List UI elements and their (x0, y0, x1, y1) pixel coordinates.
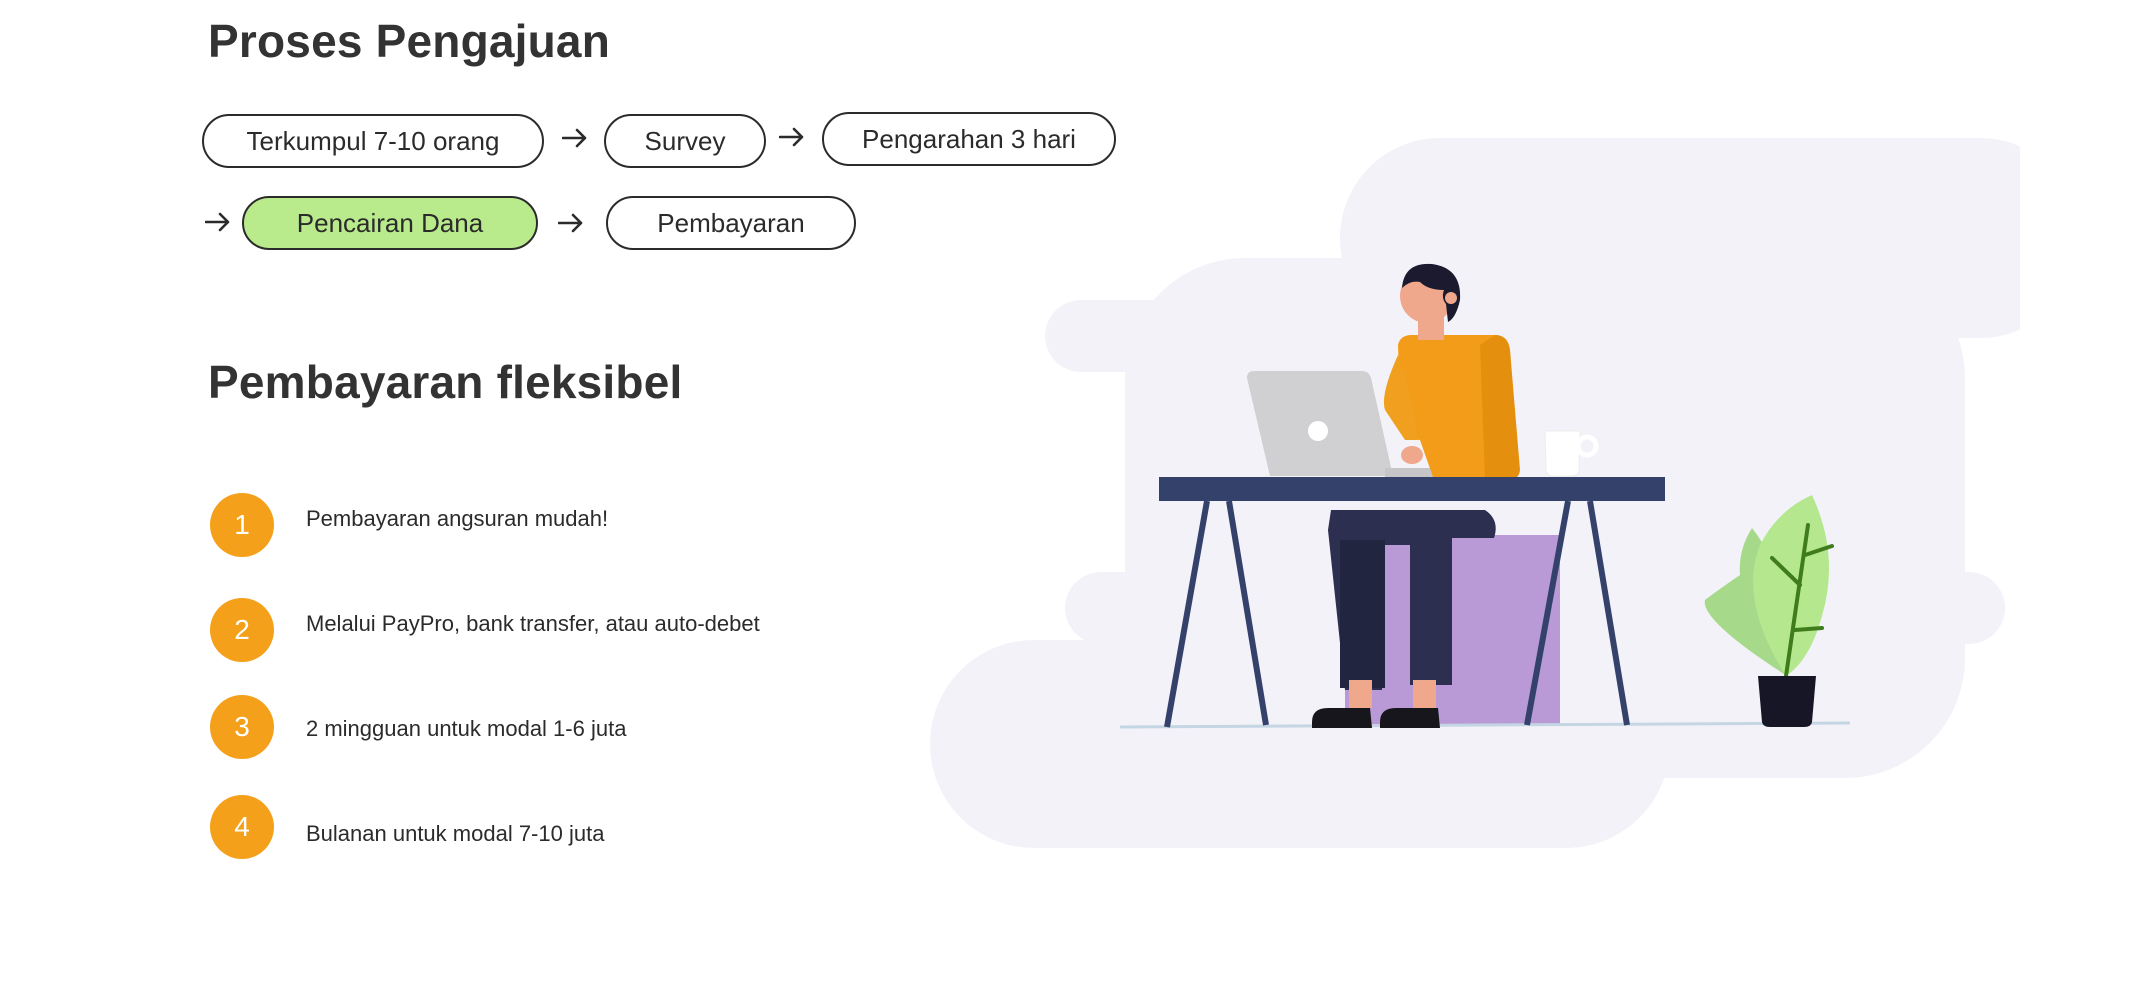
payment-item-text: 2 mingguan untuk modal 1-6 juta (306, 716, 627, 741)
arrow-right-icon (562, 128, 587, 148)
arrow-right-icon (205, 212, 230, 232)
step-pencairan-dana[interactable]: Pencairan Dana (242, 196, 538, 250)
person-working-at-laptop-illustration (930, 138, 2020, 848)
payment-item-text: Melalui PayPro, bank transfer, atau auto… (306, 611, 760, 636)
number-badge: 2 (210, 598, 274, 662)
arrow-right-icon (558, 213, 583, 233)
payment-item-text: Bulanan untuk modal 7-10 juta (306, 821, 605, 846)
process-title: Proses Pengajuan (208, 15, 611, 67)
step-terkumpul[interactable]: Terkumpul 7-10 orang (202, 114, 544, 168)
number-badge: 3 (210, 695, 274, 759)
step-pembayaran[interactable]: Pembayaran (606, 196, 856, 250)
payment-title: Pembayaran fleksibel (208, 356, 683, 408)
step-label: Pembayaran (657, 207, 805, 238)
step-label: Terkumpul 7-10 orang (246, 125, 500, 156)
step-label: Pencairan Dana (296, 207, 484, 238)
step-label: Survey (644, 125, 726, 156)
payment-item-text: Pembayaran angsuran mudah! (306, 506, 609, 531)
step-survey[interactable]: Survey (604, 114, 766, 168)
arrow-right-icon (779, 127, 804, 147)
number-badge: 4 (210, 795, 274, 859)
number-badge: 1 (210, 493, 274, 557)
